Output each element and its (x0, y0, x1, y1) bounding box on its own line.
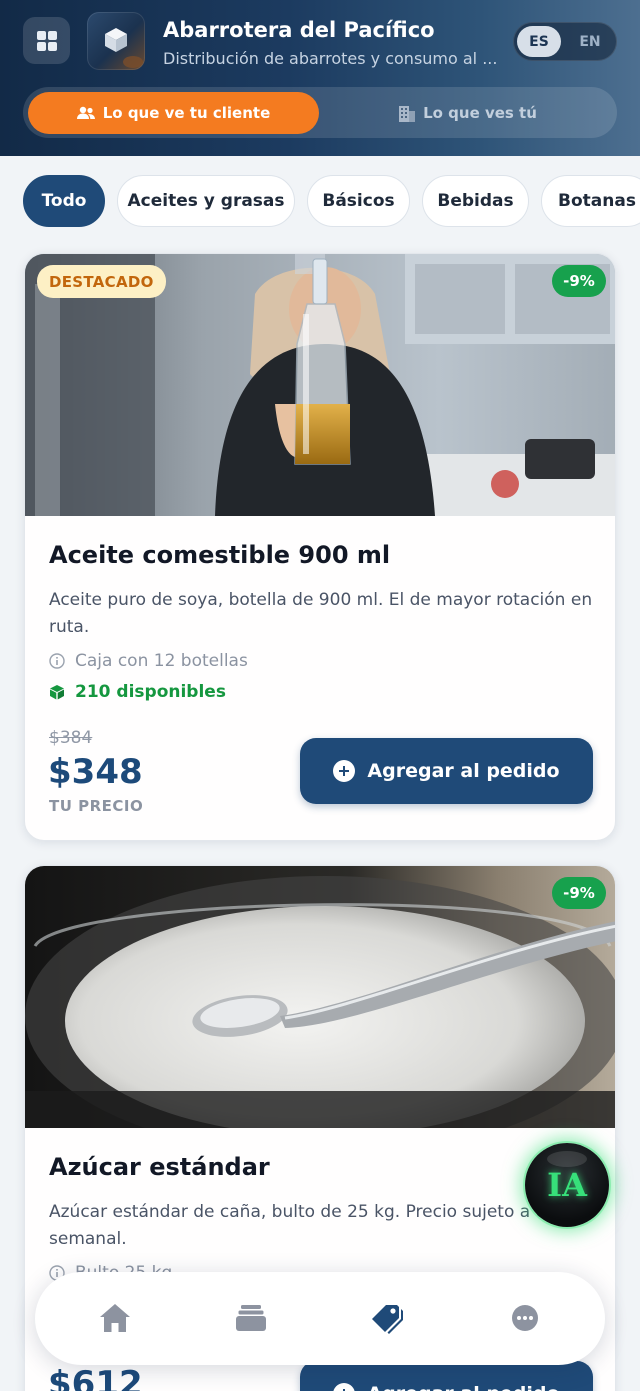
view-switch: Lo que ve tu cliente Lo que ves tú (23, 87, 617, 138)
home-icon (100, 1304, 130, 1332)
add-to-order-label: Agregar al pedido (367, 760, 560, 782)
add-to-order-button[interactable]: Agregar al pedido (300, 1361, 593, 1391)
users-icon (76, 106, 95, 119)
plus-icon (333, 1383, 356, 1391)
orders-icon (236, 1305, 266, 1331)
discount-badge: -9% (552, 877, 606, 909)
store-logo (87, 12, 145, 70)
product-price: $612 (48, 1364, 143, 1391)
nav-offers[interactable] (364, 1294, 412, 1342)
product-description: Azúcar estándar de caña, bulto de 25 kg.… (49, 1202, 598, 1249)
category-chip-aceites[interactable]: Aceites y grasas (117, 175, 295, 227)
nav-more[interactable] (501, 1294, 549, 1342)
view-you-tab[interactable]: Lo que ves tú (323, 92, 613, 134)
more-icon (512, 1305, 538, 1331)
product-stock: 210 disponibles (49, 682, 226, 702)
featured-badge: DESTACADO (37, 265, 166, 298)
ai-label: IA (547, 1166, 587, 1204)
product-unit-label: Caja con 12 botellas (75, 651, 248, 671)
language-toggle: ES EN (513, 22, 617, 61)
view-you-label: Lo que ves tú (423, 104, 537, 122)
discount-badge: -9% (552, 265, 606, 297)
app-header: Abarrotera del Pacífico Distribución de … (0, 0, 640, 156)
nav-orders[interactable] (227, 1294, 275, 1342)
product-name: Aceite comestible 900 ml (49, 541, 391, 569)
ai-assistant-button[interactable]: IA (525, 1143, 609, 1227)
plus-icon (333, 760, 356, 782)
category-chip-todo[interactable]: Todo (23, 175, 105, 227)
add-to-order-label: Agregar al pedido (367, 1383, 559, 1391)
add-to-order-button[interactable]: Agregar al pedido (300, 738, 593, 804)
category-chip-basicos[interactable]: Básicos (307, 175, 410, 227)
store-tagline: Distribución de abarrotes y consumo al .… (163, 49, 498, 68)
building-icon (399, 106, 416, 122)
product-name: Azúcar estándar (49, 1153, 270, 1181)
product-price-label: TU PRECIO (49, 797, 144, 815)
category-chip-bebidas[interactable]: Bebidas (422, 175, 529, 227)
box-icon (50, 685, 64, 700)
lang-en-button[interactable]: EN (567, 26, 613, 57)
menu-grid-button[interactable] (23, 17, 70, 64)
product-card: DESTACADO -9% Aceite comestible 900 ml A… (24, 253, 616, 841)
product-image: DESTACADO -9% (25, 254, 615, 516)
product-stock-label: 210 disponibles (75, 682, 226, 702)
info-icon (49, 653, 65, 669)
category-filter-bar: Todo Aceites y grasas Básicos Bebidas Bo… (0, 175, 640, 228)
category-chip-botanas[interactable]: Botanas (541, 175, 640, 227)
product-description: Aceite puro de soya, botella de 900 ml. … (49, 590, 593, 637)
view-client-label: Lo que ve tu cliente (102, 104, 271, 122)
view-client-tab[interactable]: Lo que ve tu cliente (28, 92, 319, 134)
product-unit: Caja con 12 botellas (49, 651, 248, 671)
bottom-navigation (35, 1272, 605, 1365)
product-image: -9% (25, 866, 615, 1128)
product-old-price: $384 (49, 728, 93, 748)
store-name: Abarrotera del Pacífico (163, 18, 435, 42)
product-price: $348 (48, 752, 143, 792)
grid-icon (36, 30, 57, 51)
tag-icon (372, 1305, 403, 1334)
nav-home[interactable] (91, 1294, 139, 1342)
lang-es-button[interactable]: ES (517, 26, 561, 57)
